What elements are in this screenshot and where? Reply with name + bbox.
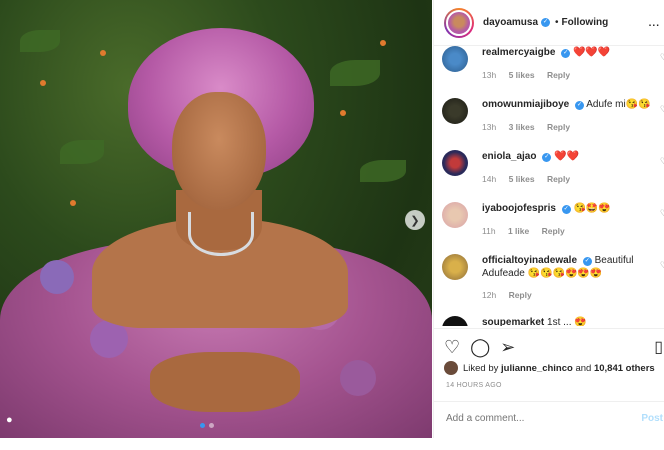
liked-by-prefix: Liked by — [463, 362, 499, 374]
comment-meta: 11h 1 like Reply — [482, 226, 565, 236]
reply-button[interactable]: Reply — [542, 226, 565, 236]
comment-username[interactable]: officialtoyinadewale — [482, 255, 577, 266]
share-icon[interactable]: ➢ — [500, 337, 515, 358]
verified-icon: ✓ — [542, 153, 552, 162]
comment-likes[interactable]: 5 likes — [509, 70, 535, 80]
comment-time: 11h — [482, 226, 496, 236]
tag-person-icon[interactable]: ● — [6, 414, 20, 428]
comment-time: 13h — [482, 122, 497, 132]
comment-icon[interactable]: ◯ — [470, 337, 490, 358]
hands — [150, 352, 300, 412]
comment-username[interactable]: eniola_ajao — [482, 151, 536, 162]
verified-icon: ✓ — [561, 205, 571, 214]
carousel-dots — [200, 423, 214, 428]
background-leaf — [60, 140, 104, 164]
comment-avatar[interactable] — [442, 254, 468, 280]
reply-button[interactable]: Reply — [547, 70, 570, 80]
carousel-dot-active — [200, 423, 205, 428]
comment-avatar[interactable] — [442, 316, 468, 326]
comment-avatar[interactable] — [442, 150, 468, 176]
background-flower — [40, 80, 46, 86]
liker-avatar[interactable] — [444, 361, 458, 375]
comment-meta: 13h 5 likes Reply — [482, 70, 570, 80]
comment-text: realmercyaigbe ✓ ❤️❤️❤️ — [482, 46, 658, 59]
comment-time: 13h — [482, 70, 497, 80]
comments-list[interactable]: realmercyaigbe ✓ ❤️❤️❤️ 13h 5 likes Repl… — [434, 46, 664, 326]
following-button[interactable]: Following — [562, 17, 609, 28]
comment-content: ❤️❤️❤️ — [572, 47, 611, 58]
comment-content: Adufe mi😘😘 — [586, 99, 651, 110]
comment-avatar[interactable] — [442, 202, 468, 228]
comment-username[interactable]: iyaboojofespris — [482, 203, 556, 214]
comment-likes[interactable]: 3 likes — [509, 122, 535, 132]
carousel-dot — [209, 423, 214, 428]
comment-time: 14h — [482, 174, 497, 184]
comment-meta: 12h Reply — [482, 290, 532, 300]
background-flower — [340, 110, 346, 116]
comment-content: ❤️❤️ — [554, 151, 579, 162]
comment-content: 😘🤩😍 — [573, 203, 611, 214]
next-arrow-icon[interactable]: ❯ — [405, 210, 425, 230]
liked-by-user[interactable]: julianne_chinco — [501, 363, 573, 374]
post-photo[interactable]: ❯ ● — [0, 0, 432, 438]
comment-time: 12h — [482, 290, 497, 300]
liked-by: Liked by julianne_chinco and 10,841 othe… — [444, 361, 655, 375]
comment-likes[interactable]: 5 likes — [509, 174, 535, 184]
comment-text: eniola_ajao ✓ ❤️❤️ — [482, 150, 658, 163]
comment-text: iyaboojofespris ✓ 😘🤩😍 — [482, 202, 658, 215]
verified-icon: ✓ — [575, 101, 585, 110]
bookmark-icon[interactable]: ▯ — [654, 337, 663, 357]
comment-avatar[interactable] — [442, 46, 468, 72]
heart-icon[interactable]: ♡ — [444, 337, 460, 358]
post-username[interactable]: dayoamusa — [483, 17, 538, 28]
necklace — [188, 212, 254, 256]
comment-input[interactable] — [446, 413, 626, 424]
post-sidebar: dayoamusa ✓ • Following ... realmercyaig… — [433, 0, 664, 438]
action-icons: ♡ ◯ ➢ — [444, 337, 515, 358]
more-options-button[interactable]: ... — [649, 18, 660, 29]
comment-composer: Post — [434, 401, 664, 439]
comment-text: omowunmiajiboye ✓ Adufe mi😘😘 — [482, 98, 658, 111]
comment-meta: 14h 5 likes Reply — [482, 174, 570, 184]
post-button[interactable]: Post — [641, 413, 663, 424]
comment-username[interactable]: soupemarket — [482, 317, 544, 326]
background-flower — [70, 200, 76, 206]
heart-icon[interactable]: ♡ — [660, 104, 664, 115]
post-timestamp: 14 HOURS AGO — [446, 382, 502, 389]
comment-avatar[interactable] — [442, 98, 468, 124]
background-flower — [100, 50, 106, 56]
heart-icon[interactable]: ♡ — [660, 208, 664, 219]
comment-meta: 13h 3 likes Reply — [482, 122, 570, 132]
face — [172, 92, 266, 210]
background-leaf — [20, 30, 60, 52]
reply-button[interactable]: Reply — [547, 122, 570, 132]
dress-flower — [340, 360, 376, 396]
heart-icon[interactable]: ♡ — [660, 52, 664, 63]
comment-text: soupemarket 1st ... 😍 — [482, 316, 658, 326]
verified-icon: ✓ — [561, 49, 571, 58]
liked-by-and: and — [575, 362, 592, 374]
heart-icon[interactable]: ♡ — [660, 260, 664, 271]
reply-button[interactable]: Reply — [509, 290, 532, 300]
background-leaf — [360, 160, 406, 182]
verified-icon: ✓ — [582, 257, 592, 266]
comment-content: 1st ... 😍 — [547, 317, 587, 326]
avatar[interactable] — [444, 7, 474, 38]
heart-icon[interactable]: ♡ — [660, 156, 664, 167]
background-leaf — [330, 60, 380, 86]
likes-count[interactable]: 10,841 others — [594, 363, 655, 374]
comment-text: officialtoyinadewale ✓ Beautiful Adufead… — [482, 254, 658, 280]
post-header: dayoamusa ✓ • Following ... — [434, 0, 664, 46]
comment-username[interactable]: omowunmiajiboye — [482, 99, 569, 110]
comment-likes[interactable]: 1 like — [508, 226, 529, 236]
background-flower — [380, 40, 386, 46]
comment-username[interactable]: realmercyaigbe — [482, 47, 555, 58]
reply-button[interactable]: Reply — [547, 174, 570, 184]
verified-icon: ✓ — [541, 18, 551, 27]
dress-flower — [40, 260, 74, 294]
separator: • — [555, 17, 559, 28]
action-bar: ♡ ◯ ➢ ▯ Liked by julianne_chinco and 10,… — [434, 328, 664, 438]
